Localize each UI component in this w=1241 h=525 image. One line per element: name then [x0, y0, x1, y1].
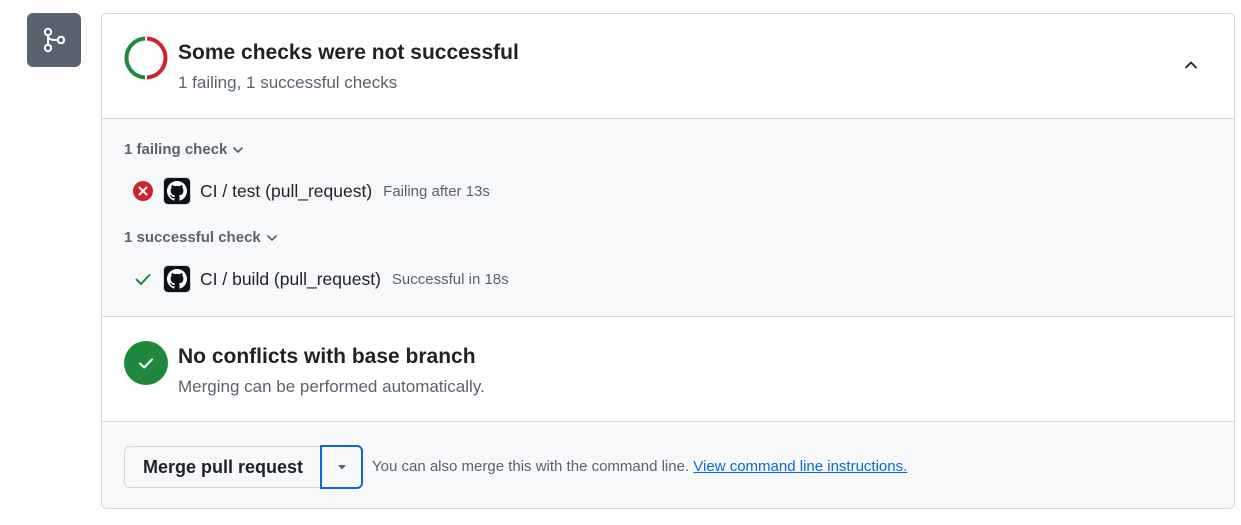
merge-pull-request-button[interactable]: Merge pull request: [124, 446, 321, 488]
git-merge-icon-badge: [27, 13, 81, 67]
check-icon: [132, 268, 154, 290]
check-row-ci-build[interactable]: CI / build (pull_request) Successful in …: [132, 264, 509, 294]
command-line-hint: You can also merge this with the command…: [372, 458, 907, 475]
checks-summary-section: Some checks were not successful 1 failin…: [102, 14, 1234, 119]
github-logo-icon: [163, 177, 191, 205]
checks-list-section: 1 failing check CI / test (pull_request)…: [102, 119, 1234, 317]
collapse-checks-button[interactable]: [1178, 52, 1204, 78]
merge-action-section: Merge pull request You can also merge th…: [102, 422, 1234, 508]
chevron-down-icon: [266, 234, 277, 241]
failing-checks-label: 1 failing check: [124, 141, 228, 158]
successful-checks-label: 1 successful check: [124, 229, 261, 246]
merge-method-dropdown-button[interactable]: [320, 445, 363, 489]
command-line-hint-text: You can also merge this with the command…: [372, 458, 690, 475]
chevron-up-icon: [1185, 61, 1197, 69]
check-duration: Failing after 13s: [383, 182, 490, 200]
conflicts-section: No conflicts with base branch Merging ca…: [102, 317, 1234, 422]
check-duration: Successful in 18s: [391, 270, 509, 288]
x-circle-fill-icon: [132, 180, 154, 202]
failing-checks-toggle[interactable]: 1 failing check: [124, 141, 245, 158]
triangle-down-icon: [337, 465, 346, 470]
check-circle-fill-icon: [124, 341, 168, 385]
check-row-ci-test[interactable]: CI / test (pull_request) Failing after 1…: [132, 176, 490, 206]
check-name[interactable]: CI / test (pull_request): [200, 181, 372, 202]
conflicts-subtitle: Merging can be performed automatically.: [178, 377, 485, 396]
checks-summary-subtitle: 1 failing, 1 successful checks: [178, 73, 398, 92]
checks-summary-title: Some checks were not successful: [178, 41, 519, 64]
check-name[interactable]: CI / build (pull_request): [200, 269, 381, 290]
git-merge-icon: [43, 27, 66, 53]
merge-box: Some checks were not successful 1 failin…: [101, 13, 1235, 509]
view-command-line-instructions-link[interactable]: View command line instructions.: [693, 458, 907, 475]
github-logo-icon: [163, 265, 191, 293]
conflicts-title: No conflicts with base branch: [178, 345, 476, 368]
checks-status-ring-icon: [124, 36, 168, 80]
chevron-down-icon: [233, 146, 244, 153]
successful-checks-toggle[interactable]: 1 successful check: [124, 229, 279, 246]
